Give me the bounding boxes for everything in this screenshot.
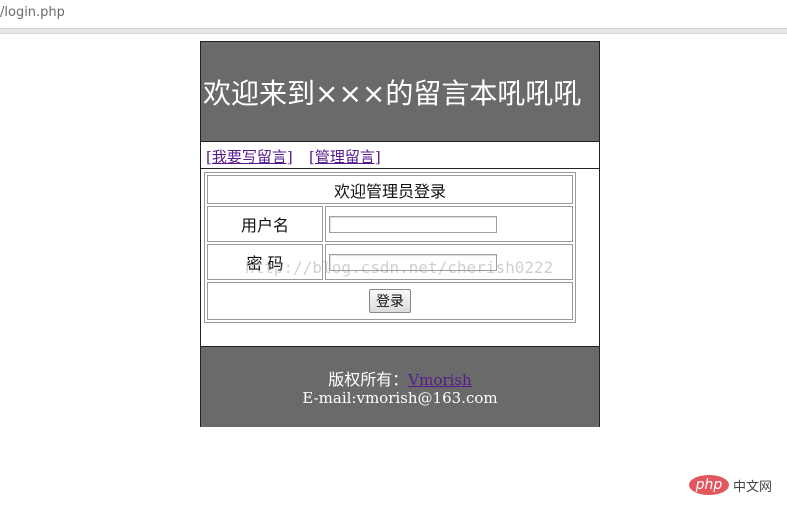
submit-cell: 登录 [207, 282, 573, 320]
password-label: 密 码 [207, 244, 323, 280]
browser-url-bar[interactable]: /login.php [0, 0, 787, 29]
nav-bar: [我要写留言] [管理留言] [201, 142, 599, 169]
manage-messages-link[interactable]: [管理留言] [309, 146, 381, 167]
brand-site-name: 中文网 [733, 479, 773, 495]
write-message-link[interactable]: [我要写留言] [206, 146, 293, 167]
login-button[interactable]: 登录 [369, 289, 411, 313]
username-label: 用户名 [207, 206, 323, 242]
login-title-row: 欢迎管理员登录 [207, 175, 573, 204]
urlbar-divider [0, 29, 787, 34]
email-line: E-mail:vmorish@163.com [302, 389, 498, 407]
page-container: 欢迎来到×××的留言本吼吼吼 [我要写留言] [管理留言] 欢迎管理员登录 用户… [200, 41, 600, 427]
copyright-label: 版权所有： [328, 370, 409, 389]
page-title: 欢迎来到×××的留言本吼吼吼 [203, 77, 582, 110]
password-row: 密 码 [207, 244, 573, 280]
brand-logo: php 中文网 [689, 475, 772, 495]
username-input[interactable] [329, 215, 497, 233]
login-title: 欢迎管理员登录 [207, 175, 573, 204]
url-text[interactable]: /login.php [0, 5, 65, 20]
page-footer: 版权所有：Vmorish E-mail:vmorish@163.com [201, 347, 599, 427]
author-link[interactable]: Vmorish [408, 371, 471, 389]
password-input[interactable] [329, 253, 497, 271]
copyright-line: 版权所有：Vmorish [201, 366, 599, 390]
php-logo-icon: php [689, 475, 729, 495]
password-cell [325, 244, 573, 280]
login-form-table: 欢迎管理员登录 用户名 密 码 登录 [204, 172, 576, 323]
submit-row: 登录 [207, 282, 573, 320]
username-row: 用户名 [207, 206, 573, 242]
page-header: 欢迎来到×××的留言本吼吼吼 [201, 42, 599, 142]
login-section: 欢迎管理员登录 用户名 密 码 登录 [201, 169, 599, 347]
username-cell [325, 206, 573, 242]
